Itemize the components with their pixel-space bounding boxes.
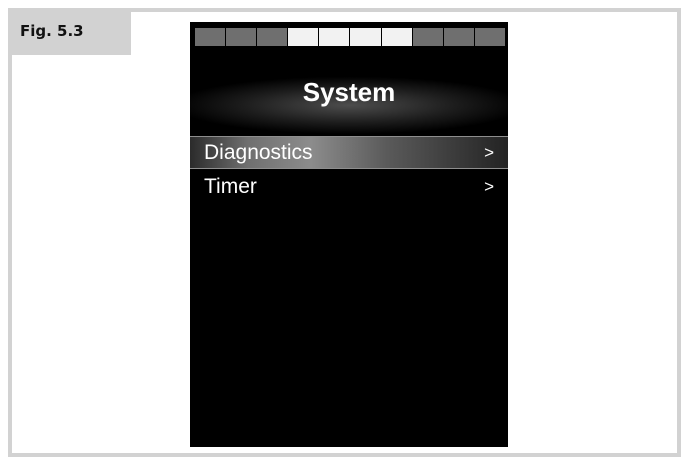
battery-segment bbox=[319, 28, 350, 46]
battery-segment bbox=[257, 28, 288, 46]
menu-item-diagnostics[interactable]: Diagnostics > bbox=[190, 136, 508, 169]
chevron-right-icon: > bbox=[484, 143, 494, 162]
battery-segment bbox=[443, 28, 474, 46]
battery-segment bbox=[350, 28, 381, 46]
battery-segment bbox=[412, 28, 443, 46]
menu-item-timer[interactable]: Timer > bbox=[190, 170, 508, 203]
battery-indicator bbox=[195, 28, 505, 46]
battery-segment bbox=[474, 28, 505, 46]
figure-label: Fig. 5.3 bbox=[8, 8, 131, 55]
battery-segment bbox=[195, 28, 226, 46]
menu-item-label: Timer bbox=[204, 175, 257, 198]
battery-segment bbox=[226, 28, 257, 46]
battery-segment bbox=[381, 28, 412, 46]
menu-item-label: Diagnostics bbox=[204, 141, 313, 164]
battery-segment bbox=[288, 28, 319, 46]
screen-title: System bbox=[302, 77, 396, 107]
chevron-right-icon: > bbox=[484, 177, 494, 196]
device-screen: System Diagnostics > Timer > bbox=[190, 22, 508, 447]
